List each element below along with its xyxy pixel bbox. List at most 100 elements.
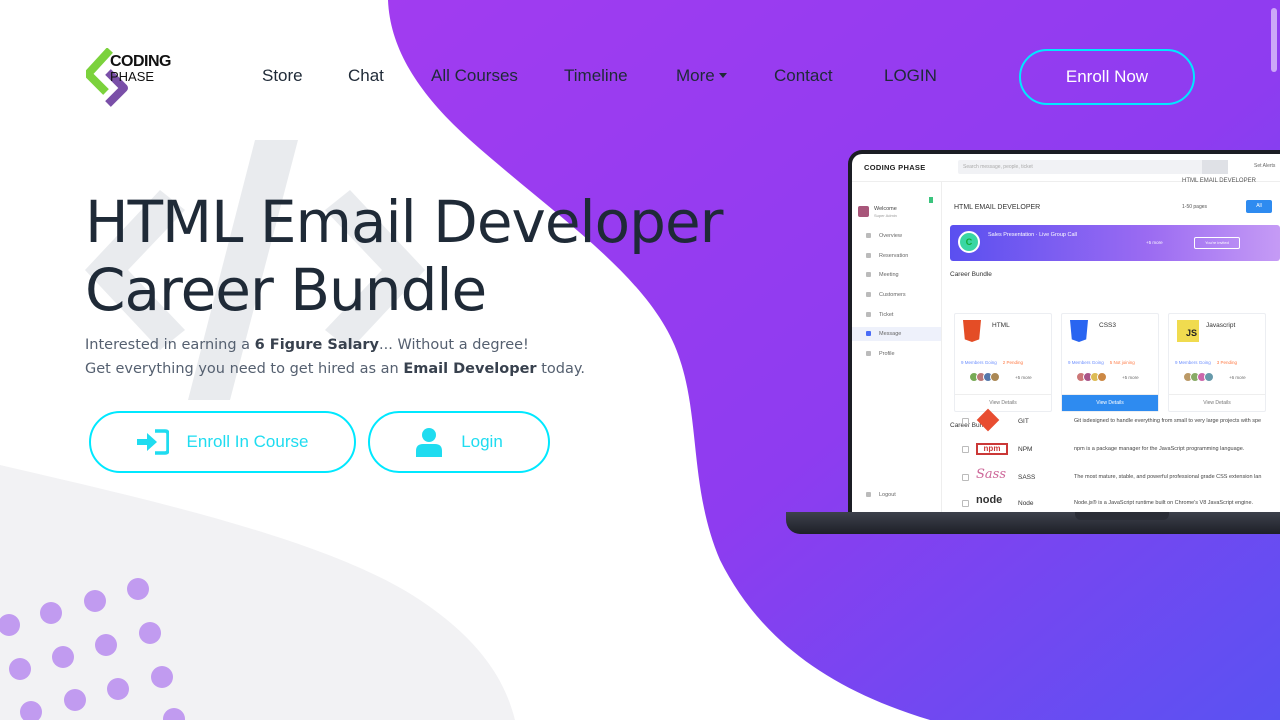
mock-row-sass: Sass SASS The most mature, stable, and p… (962, 466, 1280, 488)
mock-card-meta: 9 Members Going 5 Not joining (1068, 360, 1135, 365)
logo-line2: PHASE (110, 69, 155, 84)
nav-timeline[interactable]: Timeline (564, 66, 628, 86)
mock-bookmark-icon (929, 197, 933, 203)
sub1-bold: 6 Figure Salary (254, 337, 380, 353)
mock-brand: CODING PHASE (864, 163, 926, 172)
mock-side-customers: Customers (866, 292, 906, 298)
mock-banner-avatar: C (958, 231, 980, 253)
mock-profile-role: Super Admin (874, 213, 897, 218)
sass-icon: Sass (976, 467, 1006, 482)
mock-row-name: NPM (1018, 446, 1033, 453)
sub2-post: today. (536, 361, 585, 377)
mock-card-css3: CSS3 9 Members Going 5 Not joining +5 mor… (1061, 313, 1159, 412)
mock-card-title: Javascript (1206, 322, 1236, 329)
checkbox (962, 474, 969, 481)
sub1-pre: Interested in earning a (85, 337, 255, 353)
html5-icon (963, 320, 981, 342)
mock-side-ticket: Ticket (866, 312, 893, 318)
hero-title-line1: HTML Email Developer (85, 188, 723, 256)
dashboard-screenshot: CODING PHASE Search message, people, tic… (852, 154, 1280, 512)
nav-more-label: More (676, 66, 715, 85)
scrollbar-thumb (1271, 8, 1277, 72)
mock-side-meeting: Meeting (866, 272, 899, 278)
mock-side-overview: Overview (866, 233, 902, 239)
mock-banner-button: You're invited (1194, 237, 1240, 249)
mock-banner-title: Sales Presentation · Live Group Call (988, 232, 1077, 238)
mock-row-desc: npm is a package manager for the JavaScr… (1074, 446, 1245, 452)
mock-sidebar: Welcome Super Admin Overview Reservation… (852, 182, 942, 512)
enroll-in-course-button[interactable]: Enroll In Course (89, 411, 356, 473)
mock-card-view-details: View Details (1169, 394, 1265, 411)
css3-icon (1070, 320, 1088, 342)
laptop-mockup: CODING PHASE Search message, people, tic… (848, 150, 1280, 512)
mock-card-avatars (1183, 372, 1214, 382)
gray-blob (0, 465, 515, 720)
sub2-bold: Email Developer (403, 361, 537, 377)
hero-title-line2: Career Bundle (85, 256, 487, 324)
mock-row-npm: npm NPM npm is a package manager for the… (962, 438, 1280, 460)
mock-search-icon (1202, 160, 1228, 174)
user-icon (416, 428, 443, 457)
npm-icon: npm (976, 443, 1008, 455)
mock-header-right: HTML EMAIL DEVELOPER (1182, 178, 1256, 184)
mock-card-more: +6 more (1229, 375, 1246, 380)
enroll-in-course-label: Enroll In Course (186, 432, 309, 451)
nav-all-courses[interactable]: All Courses (431, 66, 518, 86)
mock-card-view-details: View Details (1062, 394, 1158, 411)
mock-card-javascript: JS Javascript 9 Members Going 3 Pending +… (1168, 313, 1266, 412)
nav-more-dropdown[interactable]: More (676, 66, 727, 86)
mock-card-title: HTML (992, 322, 1010, 329)
mock-profile-name: Welcome (874, 206, 897, 212)
mock-all-button: All (1246, 200, 1272, 213)
node-icon: node (976, 494, 1003, 506)
mock-row-desc: The most mature, stable, and powerful pr… (1074, 474, 1262, 480)
mock-banner: C Sales Presentation · Live Group Call +… (950, 225, 1280, 261)
mock-card-more: +5 more (1015, 375, 1032, 380)
logo-text[interactable]: CODING PHASE (110, 53, 172, 85)
mock-card-meta: 9 Members Going 3 Pending (1175, 360, 1238, 365)
mock-main: HTML EMAIL DEVELOPER HTML EMAIL DEVELOPE… (942, 178, 1280, 512)
hero-title: HTML Email Developer Career Bundle (85, 188, 723, 324)
mock-side-logout: Logout (866, 492, 896, 498)
git-icon (976, 408, 1000, 432)
mock-card-avatars (1076, 372, 1107, 382)
laptop-base (786, 512, 1280, 534)
mock-row-node: node Node Node.js® is a JavaScript runti… (962, 492, 1280, 512)
laptop-notch (1075, 512, 1169, 520)
mock-card-html: HTML 9 Members Going 2 Pending +5 more Vi… (954, 313, 1052, 412)
mock-section1: Career Bundle (950, 271, 992, 278)
login-button[interactable]: Login (368, 411, 550, 473)
caret-down-icon (718, 73, 727, 78)
mock-card-more: +5 more (1122, 375, 1139, 380)
mock-search: Search message, people, ticket (958, 160, 1228, 174)
page: CODING PHASE Store Chat All Courses Time… (0, 0, 1280, 720)
nav-chat[interactable]: Chat (348, 66, 384, 86)
nav-store[interactable]: Store (262, 66, 303, 86)
hero-subtitle: Interested in earning a 6 Figure Salary.… (85, 333, 585, 381)
mock-row-desc: Node.js® is a JavaScript runtime built o… (1074, 500, 1254, 506)
mock-row-name: SASS (1018, 474, 1036, 481)
enroll-now-button[interactable]: Enroll Now (1019, 49, 1195, 105)
javascript-icon: JS (1177, 320, 1199, 342)
hero-subtitle-line1: Interested in earning a 6 Figure Salary.… (85, 333, 585, 357)
mock-avatar (858, 206, 869, 217)
mock-banner-more: +5 more (1146, 240, 1163, 245)
mock-card-meta: 9 Members Going 2 Pending (961, 360, 1024, 365)
nav-login[interactable]: LOGIN (884, 66, 937, 86)
mock-page-title: HTML EMAIL DEVELOPER (954, 204, 1041, 211)
mock-side-profile: Profile (866, 351, 895, 357)
checkbox (962, 446, 969, 453)
login-label: Login (461, 432, 503, 451)
checkbox (962, 418, 969, 425)
mock-card-view-details: View Details (955, 394, 1051, 411)
mock-row-name: Node (1018, 500, 1034, 507)
mock-alerts: Set Alerts (1254, 163, 1276, 169)
nav-contact[interactable]: Contact (774, 66, 833, 86)
mock-card-title: CSS3 (1099, 322, 1116, 329)
mock-row-desc: Git isdesigned to handle everything from… (1074, 418, 1262, 424)
sign-in-icon (136, 429, 169, 455)
mock-pager: 1-50 pages (1182, 204, 1208, 210)
mock-row-git: GIT Git isdesigned to handle everything … (962, 408, 1280, 432)
logo-line1: CODING (110, 53, 172, 70)
checkbox (962, 500, 969, 507)
